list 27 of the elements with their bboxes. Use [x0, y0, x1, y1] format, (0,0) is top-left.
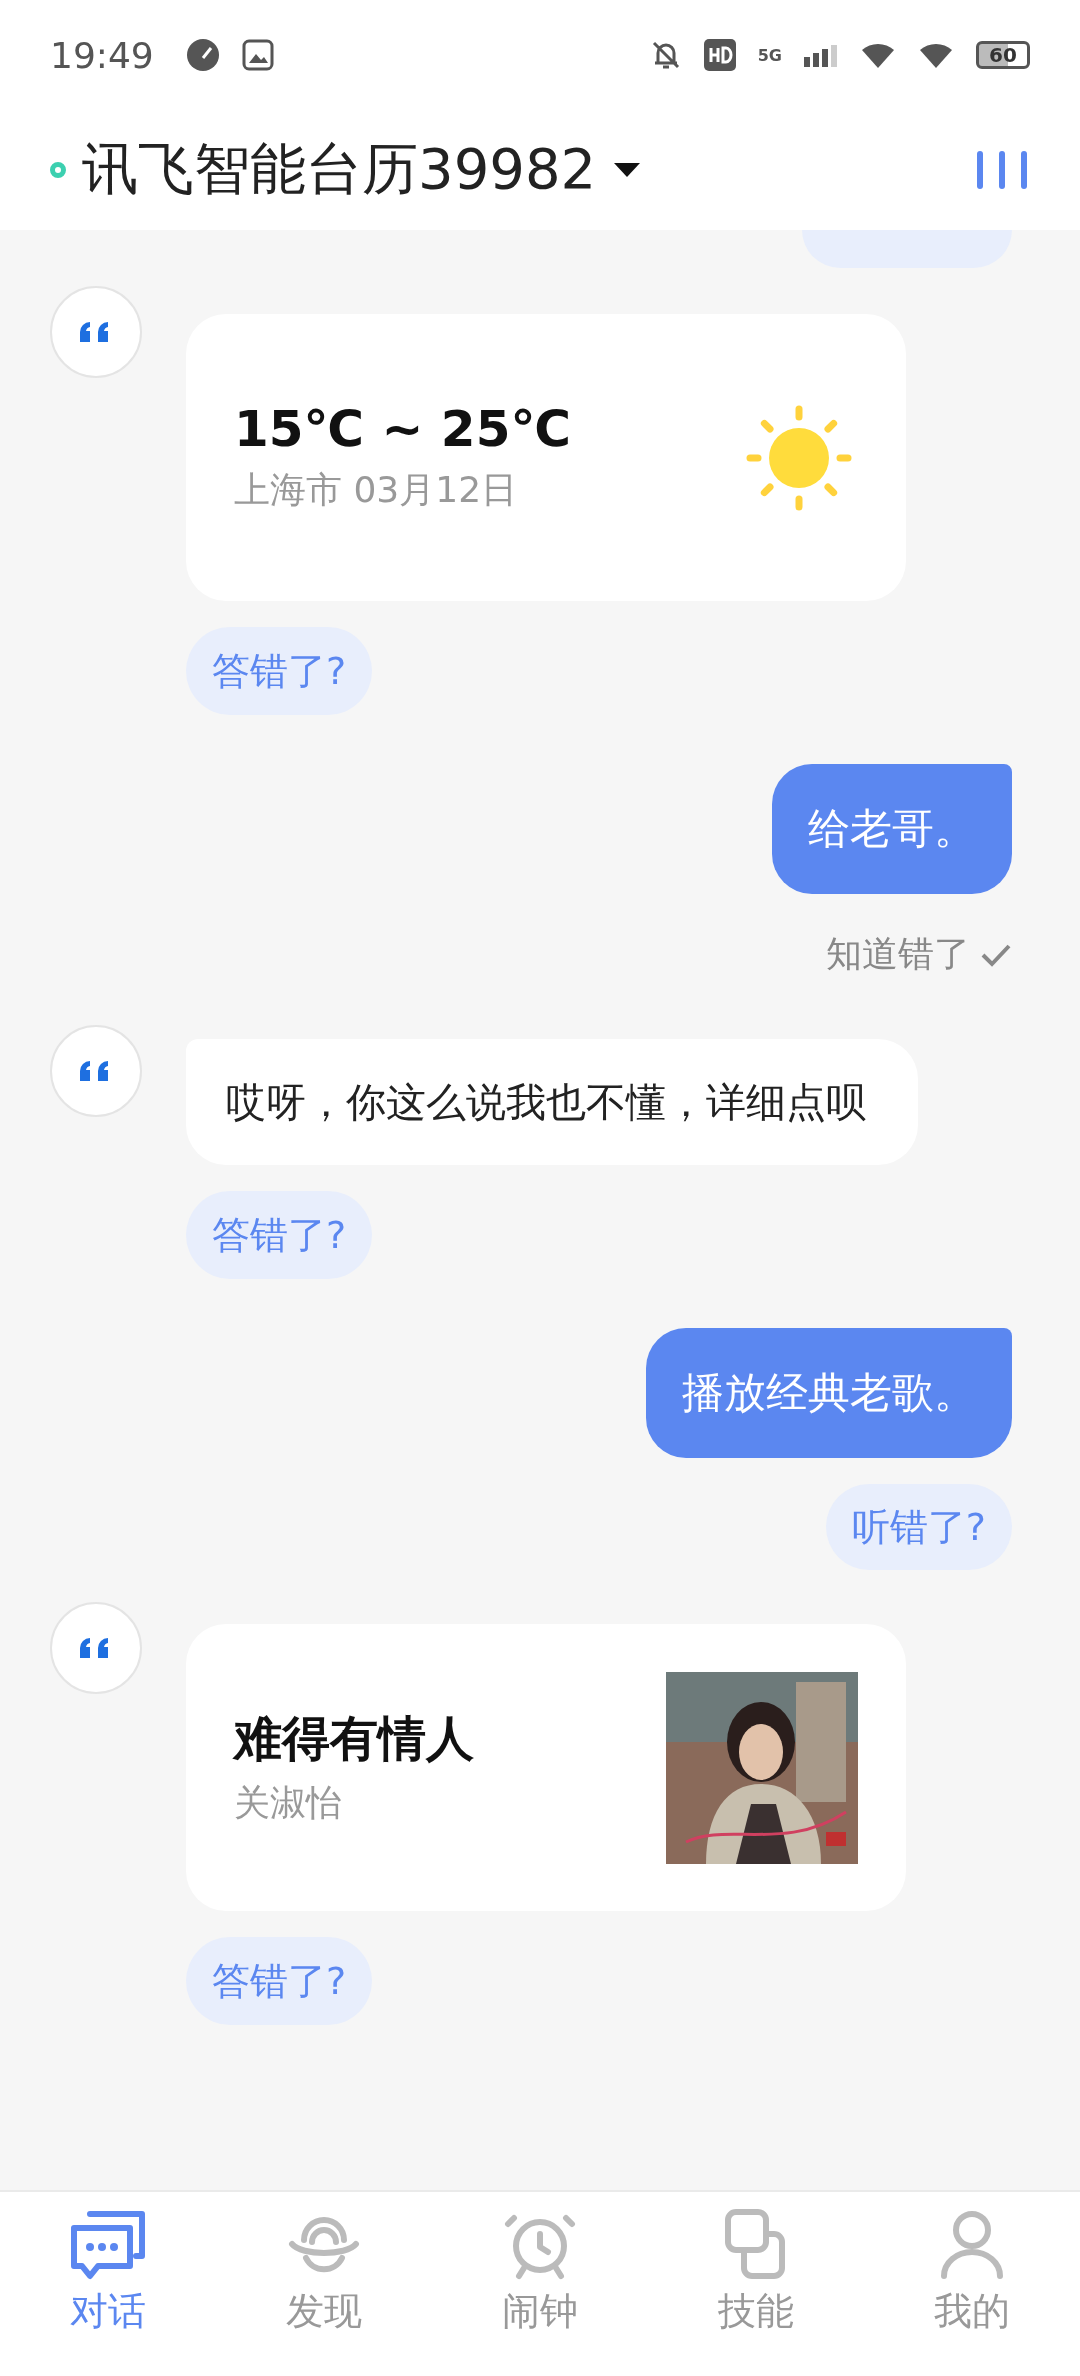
battery-indicator: 60	[976, 41, 1030, 69]
user-message: 播放经典老歌。	[646, 1328, 1012, 1458]
menu-icon[interactable]	[974, 150, 1030, 190]
status-note: 知道错了	[826, 932, 970, 976]
network-type: 5G	[757, 45, 782, 65]
feedback-chip[interactable]: 答错了?	[186, 1937, 373, 2025]
hd-icon	[703, 39, 736, 71]
chat-icon	[68, 2208, 148, 2280]
nav-tab[interactable]: 我的	[864, 2208, 1080, 2376]
nav-tab[interactable]: 技能	[648, 2208, 864, 2376]
signal-icon	[804, 43, 838, 67]
temperature-range: 15℃ ~ 25℃	[234, 400, 571, 458]
feedback-chip[interactable]: 答错了?	[186, 627, 373, 715]
song-title: 难得有情人	[234, 1709, 474, 1768]
gauge-icon	[185, 38, 220, 72]
image-icon	[241, 39, 274, 71]
nav-tab[interactable]: 对话	[0, 2208, 216, 2376]
nav-tab[interactable]: 发现	[216, 2208, 432, 2376]
artist-name: 关淑怡	[234, 1781, 343, 1825]
user-message: 给老哥。	[772, 764, 1012, 894]
music-card[interactable]: 难得有情人 关淑怡	[186, 1624, 906, 1911]
assistant-message: 哎呀，你这么说我也不懂，详细点呗	[186, 1039, 918, 1165]
feedback-chip[interactable]: 听错了?	[825, 1484, 1012, 1570]
nav-tab[interactable]: 闹钟	[432, 2208, 648, 2376]
location-date: 上海市 03月12日	[234, 468, 519, 512]
clock: 19:49	[50, 34, 154, 76]
feedback-chip[interactable]: 答错了?	[186, 1191, 373, 1279]
